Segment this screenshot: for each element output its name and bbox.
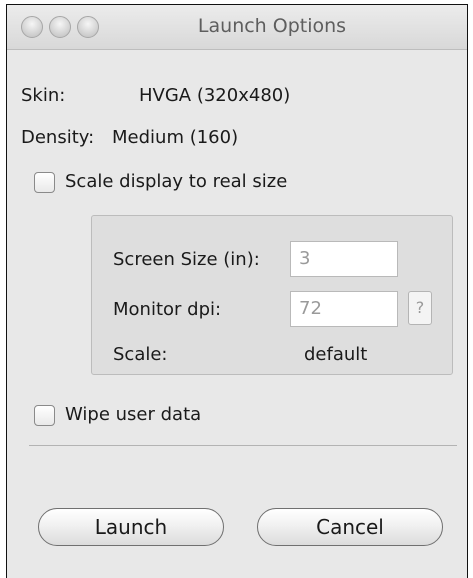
title-bar: Launch Options (7, 5, 467, 50)
scale-settings-group: Screen Size (in): 3 Monitor dpi: 72 ? Sc… (91, 215, 453, 375)
window-title: Launch Options (197, 15, 347, 37)
screen-size-input[interactable]: 3 (290, 241, 398, 277)
scale-display-checkbox[interactable] (34, 172, 55, 193)
launch-options-window: Launch Options Skin: HVGA (320x480) Dens… (6, 4, 468, 578)
density-value: Medium (160) (112, 127, 239, 148)
cancel-button[interactable]: Cancel (257, 508, 443, 546)
scale-value: default (304, 344, 368, 365)
skin-value: HVGA (320x480) (139, 85, 291, 106)
density-label: Density: (21, 127, 95, 148)
scale-label: Scale: (113, 344, 168, 365)
wipe-user-data-checkbox[interactable] (34, 405, 55, 426)
dpi-help-button[interactable]: ? (408, 291, 432, 325)
divider (29, 445, 457, 446)
monitor-dpi-input[interactable]: 72 (290, 291, 398, 327)
screen-size-label: Screen Size (in): (113, 249, 260, 270)
launch-button[interactable]: Launch (38, 508, 224, 546)
scale-display-label[interactable]: Scale display to real size (65, 171, 287, 192)
skin-label: Skin: (21, 85, 66, 106)
wipe-user-data-label[interactable]: Wipe user data (65, 404, 201, 425)
monitor-dpi-label: Monitor dpi: (113, 299, 222, 320)
